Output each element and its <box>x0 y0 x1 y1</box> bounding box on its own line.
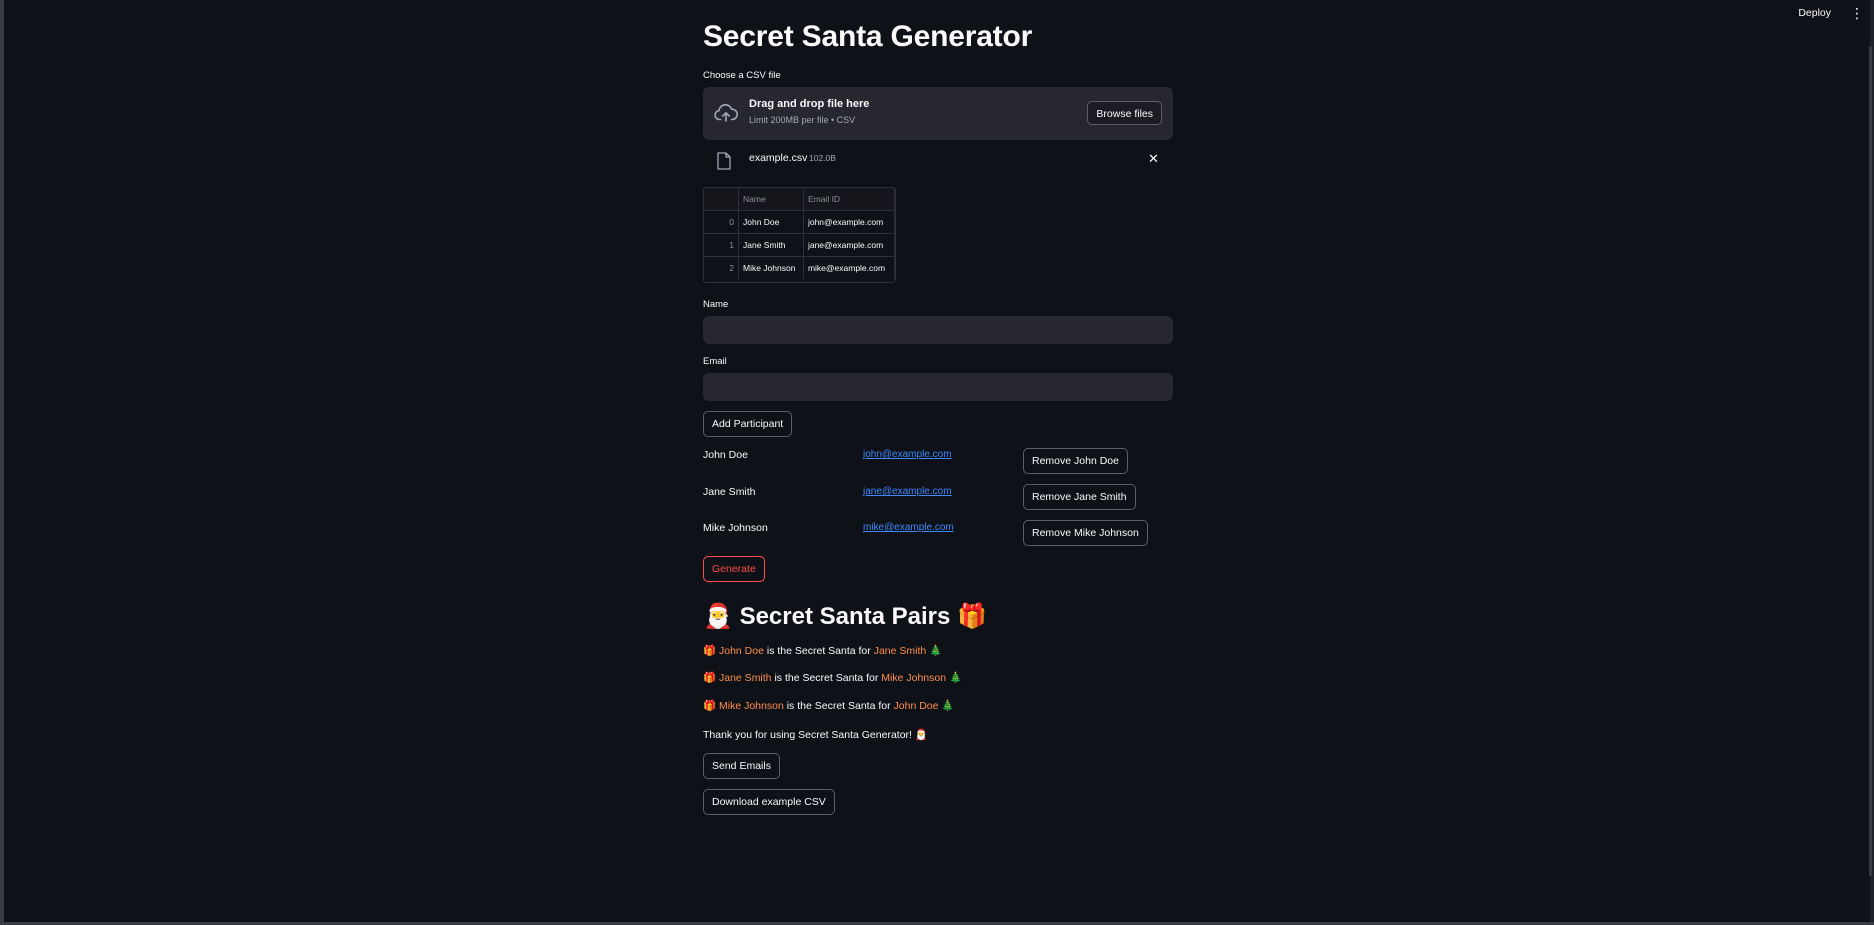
remove-participant-button[interactable]: Remove John Doe <box>1023 448 1128 474</box>
pair-connector: is the Secret Santa for <box>766 645 871 657</box>
gift-icon: 🎁 <box>703 645 717 657</box>
table-cell[interactable]: john@example.com <box>803 210 895 234</box>
pair-line: 🎁 John Doe is the Secret Santa for Jane … <box>703 644 942 657</box>
remove-file-close-icon[interactable]: ✕ <box>1148 151 1159 167</box>
tree-icon: 🎄 <box>948 672 963 684</box>
pair-line: 🎁 Mike Johnson is the Secret Santa for J… <box>703 699 954 712</box>
cloud-upload-icon <box>714 104 738 122</box>
gift-icon: 🎁 <box>957 602 987 630</box>
santa-icon: 🎅 <box>703 602 733 630</box>
dataframe-column-header[interactable]: Email ID <box>803 188 895 211</box>
pairs-heading: 🎅 Secret Santa Pairs 🎁 <box>703 602 987 631</box>
name-input[interactable] <box>703 316 1173 344</box>
pair-giver: Jane Smith <box>719 672 772 684</box>
uploaded-file-name: example.csv <box>749 152 808 164</box>
file-uploader-label: Choose a CSV file <box>703 70 781 81</box>
pairs-heading-text: Secret Santa Pairs <box>739 603 951 630</box>
participant-name: John Doe <box>703 449 748 461</box>
participant-name: Jane Smith <box>703 486 756 498</box>
page-title: Secret Santa Generator <box>703 20 1033 53</box>
pair-giver: Mike Johnson <box>719 700 784 712</box>
pair-receiver: Mike Johnson <box>881 672 947 684</box>
uploaded-file-size: 102.0B <box>809 153 836 163</box>
scrollbar-thumb[interactable] <box>1869 46 1872 876</box>
main-menu-icon[interactable]: ⋮ <box>1850 3 1864 23</box>
table-cell[interactable]: Mike Johnson <box>738 256 804 279</box>
row-index: 0 <box>704 210 739 234</box>
participant-email-link[interactable]: mike@example.com <box>863 522 954 533</box>
participant-email-link[interactable]: john@example.com <box>863 449 952 460</box>
pair-connector: is the Secret Santa for <box>774 672 879 684</box>
table-row: 1 Jane Smith jane@example.com <box>704 233 895 257</box>
pair-receiver: Jane Smith <box>873 645 927 657</box>
browse-files-button[interactable]: Browse files <box>1087 101 1162 125</box>
gift-icon: 🎁 <box>703 672 717 684</box>
row-index: 1 <box>704 233 739 257</box>
participant-email-link[interactable]: jane@example.com <box>863 486 952 497</box>
download-example-csv-button[interactable]: Download example CSV <box>703 789 835 815</box>
email-input-label: Email <box>703 356 727 367</box>
remove-participant-button[interactable]: Remove Jane Smith <box>1023 484 1136 510</box>
thank-you-message: Thank you for using Secret Santa Generat… <box>703 729 928 741</box>
dataframe-column-header[interactable]: Name <box>738 188 804 211</box>
tree-icon: 🎄 <box>929 645 943 657</box>
deploy-button[interactable]: Deploy <box>1794 5 1835 21</box>
participant-name: Mike Johnson <box>703 522 768 534</box>
table-cell[interactable]: jane@example.com <box>803 233 895 257</box>
table-cell[interactable]: Jane Smith <box>738 233 804 257</box>
table-cell[interactable]: mike@example.com <box>803 256 895 279</box>
pair-giver: John Doe <box>719 645 764 657</box>
dataframe-header-row: Name Email ID <box>704 188 895 211</box>
pair-receiver: John Doe <box>893 700 939 712</box>
file-icon <box>717 152 731 170</box>
window-left-border <box>0 0 4 925</box>
table-row: 2 Mike Johnson mike@example.com <box>704 256 895 279</box>
add-participant-button[interactable]: Add Participant <box>703 411 793 437</box>
tree-icon: 🎄 <box>941 700 955 712</box>
dropzone-title: Drag and drop file here <box>749 98 870 110</box>
pair-connector: is the Secret Santa for <box>786 700 891 712</box>
row-index: 2 <box>704 256 739 279</box>
gift-icon: 🎁 <box>703 700 717 712</box>
table-row: 0 John Doe john@example.com <box>704 210 895 234</box>
dropzone-limit-text: Limit 200MB per file • CSV <box>749 115 856 125</box>
pair-line: 🎁 Jane Smith is the Secret Santa for Mik… <box>703 671 962 684</box>
file-dropzone[interactable]: Drag and drop file here Limit 200MB per … <box>703 87 1173 140</box>
name-input-label: Name <box>703 299 729 310</box>
table-cell[interactable]: John Doe <box>738 210 804 234</box>
send-emails-button[interactable]: Send Emails <box>703 753 780 779</box>
dataframe-index-header <box>704 188 739 211</box>
email-input[interactable] <box>703 373 1173 401</box>
generate-button[interactable]: Generate <box>703 556 765 582</box>
participants-dataframe[interactable]: Name Email ID 0 John Doe john@example.co… <box>703 187 896 283</box>
uploaded-file-row: example.csv 102.0B ✕ <box>703 148 1173 174</box>
remove-participant-button[interactable]: Remove Mike Johnson <box>1023 520 1148 546</box>
